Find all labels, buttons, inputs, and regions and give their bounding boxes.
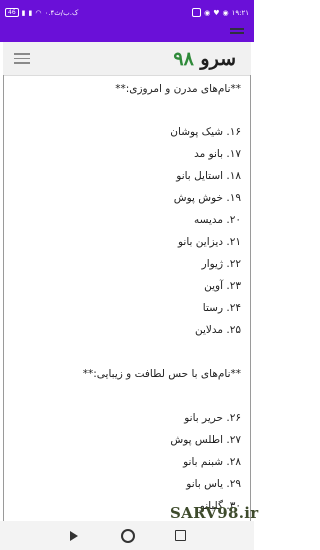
watermark-text: SARV98.ir	[170, 504, 259, 522]
list-item: ۲۷. اطلس پوش	[170, 434, 241, 446]
list-item: ۲۲. ژیوار	[201, 258, 241, 270]
shield-icon: ◉	[204, 8, 211, 17]
logo-text-part2: سرو	[193, 48, 236, 70]
signal-icon: ▮	[21, 8, 26, 17]
article-content: **نام‌های مدرن و امروزی:** ۱۶. شیک پوشان…	[3, 75, 251, 521]
list-item: ۲۱. دیزاین بانو	[178, 236, 241, 248]
system-nav-bar	[0, 521, 254, 550]
home-circle-icon[interactable]	[121, 529, 135, 543]
list-item: ۲۵. مدلاین	[195, 324, 241, 336]
heart-icon: ♥	[213, 8, 220, 17]
clock-time: ۱۹:۲۱	[231, 8, 249, 17]
section-heading: **نام‌های با حس لطافت و زیبایی:**	[82, 368, 241, 380]
network-speed: ۰.۴ک.ب/ث	[44, 8, 79, 17]
section-heading: **نام‌های مدرن و امروزی:**	[115, 83, 241, 95]
signal-icon-2: ▮	[28, 8, 33, 17]
list-item: ۱۸. استایل بانو	[176, 170, 241, 182]
list-item: ۱۶. شیک پوشان	[170, 126, 241, 138]
battery-indicator: 46	[5, 8, 19, 17]
list-item: ۲۸. شبنم بانو	[183, 456, 241, 468]
instagram-icon	[192, 8, 202, 17]
list-item: ۱۹. خوش پوش	[173, 192, 241, 204]
telegram-icon: ◉	[222, 8, 229, 17]
back-triangle-icon[interactable]	[70, 531, 78, 541]
list-item: ۲۰. مدیسه	[193, 214, 241, 226]
list-item: ۲۹. یاس بانو	[186, 478, 241, 490]
menu-icon[interactable]	[230, 28, 244, 38]
list-item: ۲۳. آوین	[204, 280, 241, 292]
list-item: ۲۴. رستا	[202, 302, 241, 314]
status-bar: 46 ▮ ▮ ◠ ۰.۴ک.ب/ث ◉ ♥ ◉ ۱۹:۲۱	[0, 0, 254, 25]
list-item: ۲۶. حریر بانو	[184, 412, 241, 424]
site-header: سرو ۹۸	[3, 42, 251, 76]
list-item: ۱۷. بانو مد	[194, 148, 241, 160]
site-logo[interactable]: سرو ۹۸	[173, 48, 236, 70]
hamburger-menu-icon[interactable]	[14, 53, 30, 64]
wifi-icon: ◠	[35, 8, 42, 17]
top-menu-bar	[0, 25, 254, 42]
recent-apps-icon[interactable]	[175, 530, 186, 541]
logo-text-part1: ۹۸	[173, 48, 194, 70]
